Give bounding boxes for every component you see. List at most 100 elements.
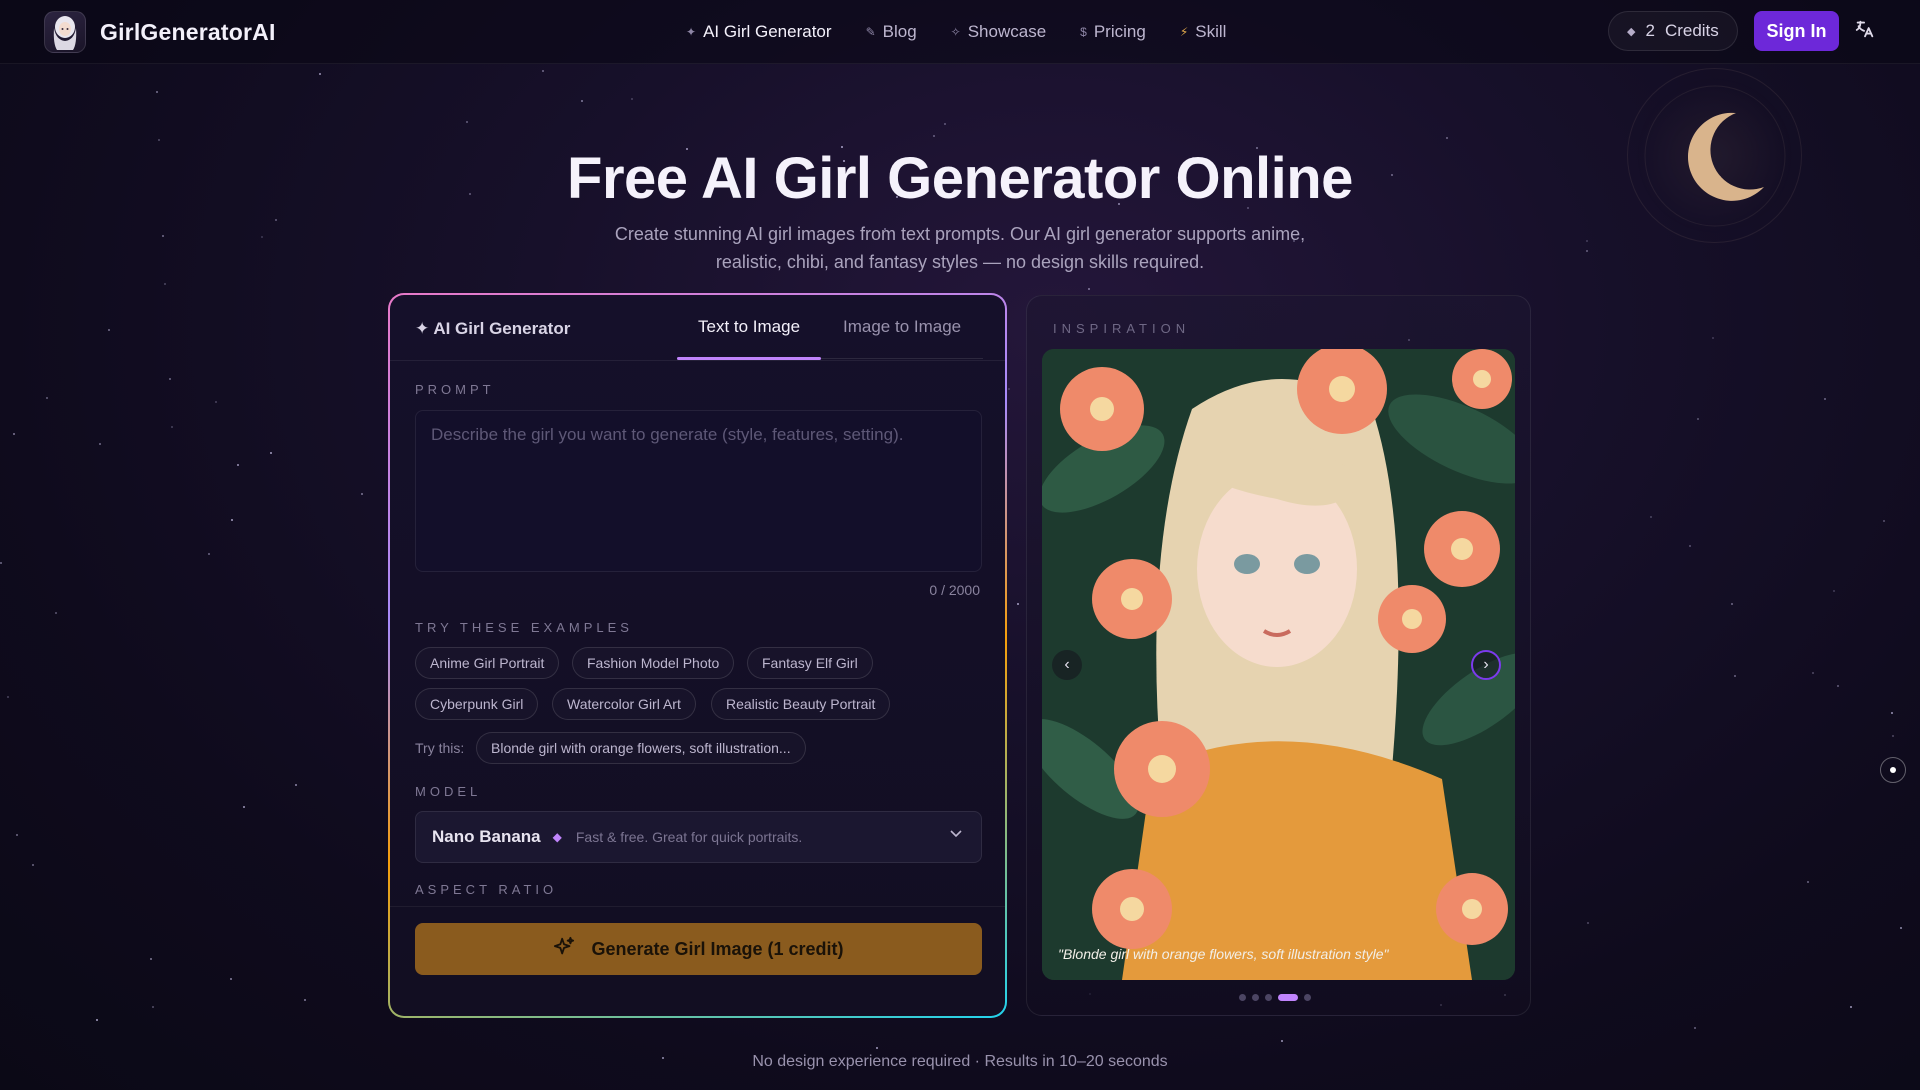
- example-chip-anime-girl-portrait[interactable]: Anime Girl Portrait: [415, 647, 560, 679]
- star: [1849, 1006, 1852, 1009]
- star: [156, 91, 159, 94]
- example-chip-fantasy-elf-girl[interactable]: Fantasy Elf Girl: [747, 647, 873, 679]
- credits-count: 2: [1645, 21, 1655, 40]
- page-title: Free AI Girl Generator Online: [567, 146, 1353, 211]
- carousel-dot[interactable]: [1278, 994, 1298, 1001]
- star: [208, 552, 211, 555]
- nav-pricing[interactable]: $ Pricing: [1080, 22, 1146, 42]
- star: [1650, 515, 1653, 518]
- nav-showcase[interactable]: ✧ Showcase: [951, 22, 1047, 42]
- star: [932, 134, 935, 137]
- star: [1087, 287, 1090, 290]
- star: [361, 493, 364, 496]
- model-select[interactable]: Nano Banana ◆ Fast & free. Great for qui…: [415, 811, 982, 863]
- star: [46, 396, 49, 399]
- sparkles-icon: [553, 936, 575, 963]
- diamond-icon: ◆: [552, 830, 562, 844]
- star: [215, 401, 218, 404]
- star: [580, 99, 583, 102]
- brand-name: GirlGeneratorAI: [100, 18, 276, 45]
- generate-button-label: Generate Girl Image (1 credit): [591, 938, 844, 959]
- brand-logo-link[interactable]: GirlGeneratorAI: [44, 11, 276, 53]
- star: [274, 218, 277, 221]
- example-chip-realistic-beauty-portrait[interactable]: Realistic Beauty Portrait: [711, 688, 891, 720]
- star: [1586, 921, 1589, 924]
- star: [294, 784, 297, 787]
- model-description: Fast & free. Great for quick portraits.: [575, 829, 803, 845]
- star: [150, 957, 153, 960]
- main-nav: ✦ AI Girl Generator ✎ Blog ✧ Showcase $ …: [686, 0, 1226, 64]
- star: [170, 426, 173, 429]
- nav-skill[interactable]: ⚡ Skill: [1180, 22, 1227, 42]
- star: [229, 977, 232, 980]
- footer-divider: [390, 906, 1005, 907]
- star: [1693, 1027, 1696, 1030]
- model-name: Nano Banana: [432, 827, 541, 846]
- example-chip-fashion-model-photo[interactable]: Fashion Model Photo: [572, 647, 735, 679]
- star: [1688, 545, 1691, 548]
- tab-text-to-image[interactable]: Text to Image: [698, 317, 800, 337]
- generator-card: ✦ AI Girl Generator Text to Image Image …: [388, 293, 1007, 1018]
- star: [164, 282, 167, 285]
- aspect-ratio-label: ASPECT RATIO: [415, 882, 558, 897]
- star: [230, 518, 233, 521]
- star: [319, 73, 322, 75]
- sparkle-icon: ✦: [686, 25, 697, 39]
- credits-badge[interactable]: ◆ 2 Credits: [1608, 11, 1738, 51]
- star: [108, 329, 111, 332]
- example-chip-cyberpunk-girl[interactable]: Cyberpunk Girl: [415, 688, 539, 720]
- carousel-dot[interactable]: [1265, 994, 1272, 1001]
- example-chip-watercolor-girl-art[interactable]: Watercolor Girl Art: [552, 688, 696, 720]
- star: [1446, 137, 1449, 140]
- examples-label: TRY THESE EXAMPLES: [415, 620, 633, 635]
- carousel-dots: [1239, 994, 1311, 1001]
- inspiration-card: INSPIRATION ‹ › "Blonde girl with orange…: [1026, 295, 1531, 1016]
- carousel-dot[interactable]: [1252, 994, 1259, 1001]
- star: [158, 139, 161, 142]
- star: [1891, 735, 1894, 738]
- carousel-prev-button[interactable]: ‹: [1052, 650, 1082, 680]
- star: [168, 378, 171, 381]
- star: [1824, 398, 1827, 401]
- star: [7, 695, 10, 698]
- carousel-dot[interactable]: [1304, 994, 1311, 1001]
- star: [152, 1005, 155, 1008]
- prompt-input[interactable]: [415, 410, 982, 572]
- carousel-next-button[interactable]: ›: [1471, 650, 1501, 680]
- inspiration-image: ‹ › "Blonde girl with orange flowers, so…: [1042, 349, 1515, 980]
- star: [1730, 603, 1733, 606]
- star: [631, 97, 634, 100]
- star: [1882, 520, 1885, 523]
- nav-ai-girl-generator[interactable]: ✦ AI Girl Generator: [686, 22, 832, 42]
- language-icon[interactable]: [1854, 18, 1878, 42]
- active-tab-indicator: [677, 357, 821, 360]
- nav-label: Pricing: [1093, 22, 1146, 41]
- star: [875, 1046, 878, 1049]
- star: [31, 864, 34, 867]
- star: [1836, 685, 1839, 688]
- star: [260, 236, 263, 239]
- star: [1806, 880, 1809, 883]
- bottom-note: No design experience required · Results …: [752, 1053, 1168, 1070]
- model-label: MODEL: [415, 784, 482, 799]
- star-icon: ✧: [950, 25, 961, 39]
- carousel-dot[interactable]: [1239, 994, 1246, 1001]
- star: [1585, 250, 1588, 253]
- tab-image-to-image[interactable]: Image to Image: [843, 317, 961, 337]
- star: [0, 562, 3, 565]
- generate-button[interactable]: Generate Girl Image (1 credit): [415, 923, 982, 975]
- star: [304, 999, 307, 1002]
- nav-label: Skill: [1195, 22, 1227, 41]
- star: [55, 612, 58, 615]
- nav-label: Blog: [882, 22, 917, 41]
- star: [1832, 589, 1835, 592]
- try-this-chip[interactable]: Blonde girl with orange flowers, soft il…: [476, 732, 806, 764]
- star: [1007, 388, 1010, 391]
- sign-in-button[interactable]: Sign In: [1754, 11, 1839, 51]
- star: [465, 121, 468, 124]
- scroll-indicator[interactable]: [1880, 757, 1906, 783]
- chevron-down-icon: [949, 826, 963, 843]
- star: [13, 433, 16, 436]
- inspiration-label: INSPIRATION: [1053, 321, 1191, 336]
- nav-blog[interactable]: ✎ Blog: [866, 22, 917, 42]
